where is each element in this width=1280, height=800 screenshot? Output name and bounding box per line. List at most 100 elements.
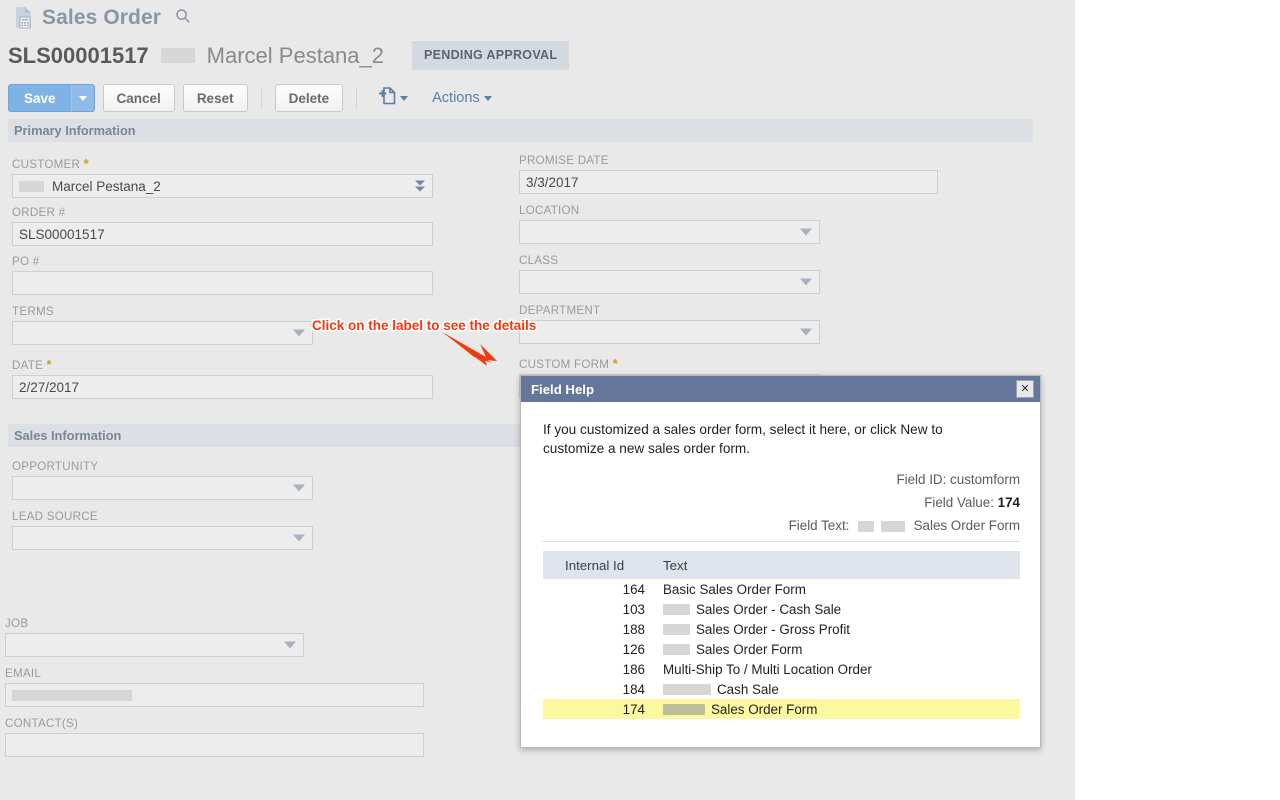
order-number-value: SLS00001517	[19, 227, 105, 242]
row-text: Multi-Ship To / Multi Location Order	[663, 659, 1020, 679]
field-job: JOB	[5, 617, 304, 657]
record-id: SLS00001517	[8, 43, 149, 69]
field-class: CLASS	[519, 254, 820, 294]
date-value: 2/27/2017	[19, 380, 79, 395]
redacted-block-email	[12, 690, 132, 701]
reset-button[interactable]: Reset	[183, 84, 248, 112]
contacts-input[interactable]	[5, 733, 424, 757]
page-title: Sales Order	[42, 6, 161, 30]
row-text: Sales Order - Cash Sale	[663, 599, 1020, 619]
redacted-block-row	[663, 604, 690, 615]
field-label-location: LOCATION	[519, 204, 820, 217]
record-type-header: Sales Order	[14, 6, 191, 30]
class-select[interactable]	[519, 270, 820, 294]
chevron-down-icon[interactable]	[800, 229, 812, 236]
field-label-terms: TERMS	[12, 305, 313, 318]
table-row[interactable]: 103 Sales Order - Cash Sale	[543, 599, 1020, 619]
row-text: Sales Order Form	[663, 639, 1020, 659]
dropdown-options-table: Internal Id Text 164 Basic Sales Order F…	[543, 551, 1020, 719]
redacted-block-field-text-2	[881, 521, 905, 532]
chevron-down-icon	[79, 96, 87, 101]
table-row[interactable]: 184 Cash Sale	[543, 679, 1020, 699]
promise-date-value: 3/3/2017	[526, 175, 579, 190]
record-name: Marcel Pestana_2	[207, 43, 384, 69]
save-dropdown-button[interactable]	[71, 84, 95, 112]
dialog-title-bar: Field Help ✕	[521, 376, 1040, 402]
redacted-block-row	[663, 624, 690, 635]
required-marker: *	[47, 357, 52, 372]
chevron-double-down-icon[interactable]	[415, 181, 425, 192]
field-location: LOCATION	[519, 204, 820, 244]
record-title-row: SLS00001517 Marcel Pestana_2 PENDING APP…	[8, 41, 569, 70]
field-customer: CUSTOMER * Marcel Pestana_2	[12, 156, 433, 198]
chevron-down-icon[interactable]	[293, 330, 305, 337]
row-internal-id: 164	[543, 579, 663, 599]
chevron-down-icon[interactable]	[293, 485, 305, 492]
location-select[interactable]	[519, 220, 820, 244]
field-department: DEPARTMENT	[519, 304, 820, 344]
table-row[interactable]: 164 Basic Sales Order Form	[543, 579, 1020, 599]
date-input[interactable]: 2/27/2017	[12, 375, 433, 399]
field-value-row: Field Value: 174	[543, 495, 1020, 510]
dialog-body: If you customized a sales order form, se…	[521, 402, 1040, 747]
new-record-button[interactable]	[376, 86, 410, 111]
field-terms: TERMS	[12, 305, 313, 345]
field-label-order-number: ORDER #	[12, 206, 433, 219]
field-promise-date: PROMISE DATE 3/3/2017	[519, 154, 938, 194]
redacted-block-row	[663, 684, 711, 695]
order-number-input[interactable]: SLS00001517	[12, 222, 433, 246]
terms-select[interactable]	[12, 321, 313, 345]
field-text-row: Field Text: Sales Order Form	[543, 518, 1020, 533]
table-body: 164 Basic Sales Order Form 103 Sales Ord…	[543, 579, 1020, 719]
field-po-number: PO #	[12, 255, 433, 295]
customer-value: Marcel Pestana_2	[52, 179, 161, 194]
po-number-input[interactable]	[12, 271, 433, 295]
redacted-block-customer	[19, 181, 44, 192]
field-text-value: Sales Order Form	[914, 518, 1020, 533]
save-button[interactable]: Save	[8, 84, 71, 112]
row-text: Basic Sales Order Form	[663, 579, 1020, 599]
field-help-dialog: Field Help ✕ If you customized a sales o…	[520, 375, 1041, 748]
status-badge: PENDING APPROVAL	[412, 41, 569, 70]
actions-menu[interactable]: Actions	[432, 90, 492, 106]
field-opportunity: OPPORTUNITY	[12, 460, 313, 500]
field-id-value: customform	[950, 472, 1020, 487]
field-value-label: Field Value:	[924, 495, 994, 510]
dialog-divider	[543, 541, 1020, 542]
lead-source-select[interactable]	[12, 526, 313, 550]
chevron-down-icon[interactable]	[284, 642, 296, 649]
job-select[interactable]	[5, 633, 304, 657]
column-header-text: Text	[663, 551, 1020, 579]
new-document-icon	[378, 86, 397, 111]
close-icon[interactable]: ✕	[1016, 380, 1034, 398]
chevron-down-icon[interactable]	[800, 329, 812, 336]
row-internal-id: 126	[543, 639, 663, 659]
promise-date-input[interactable]: 3/3/2017	[519, 170, 938, 194]
chevron-down-icon	[484, 96, 492, 101]
required-marker: *	[84, 156, 89, 171]
department-select[interactable]	[519, 320, 820, 344]
field-label-lead-source: LEAD SOURCE	[12, 510, 313, 523]
customer-input[interactable]: Marcel Pestana_2	[12, 174, 433, 198]
field-label-date: DATE *	[12, 357, 433, 372]
table-row[interactable]: 188 Sales Order - Gross Profit	[543, 619, 1020, 639]
search-icon[interactable]	[175, 8, 191, 29]
row-text: Cash Sale	[663, 679, 1020, 699]
table-row[interactable]: 126 Sales Order Form	[543, 639, 1020, 659]
cancel-button[interactable]: Cancel	[103, 84, 175, 112]
table-row-selected[interactable]: 174 Sales Order Form	[543, 699, 1020, 719]
field-label-customer: CUSTOMER *	[12, 156, 433, 171]
row-text: Sales Order - Gross Profit	[663, 619, 1020, 639]
delete-button[interactable]: Delete	[275, 84, 344, 112]
field-text-label: Field Text:	[789, 518, 850, 533]
email-input[interactable]	[5, 683, 424, 707]
row-internal-id: 188	[543, 619, 663, 639]
chevron-down-icon[interactable]	[293, 535, 305, 542]
table-row[interactable]: 186 Multi-Ship To / Multi Location Order	[543, 659, 1020, 679]
field-email: EMAIL	[5, 667, 424, 707]
table-header-row: Internal Id Text	[543, 551, 1020, 579]
opportunity-select[interactable]	[12, 476, 313, 500]
chevron-down-icon[interactable]	[800, 279, 812, 286]
field-label-custom-form[interactable]: CUSTOM FORM *	[519, 356, 820, 371]
field-lead-source: LEAD SOURCE	[12, 510, 313, 550]
